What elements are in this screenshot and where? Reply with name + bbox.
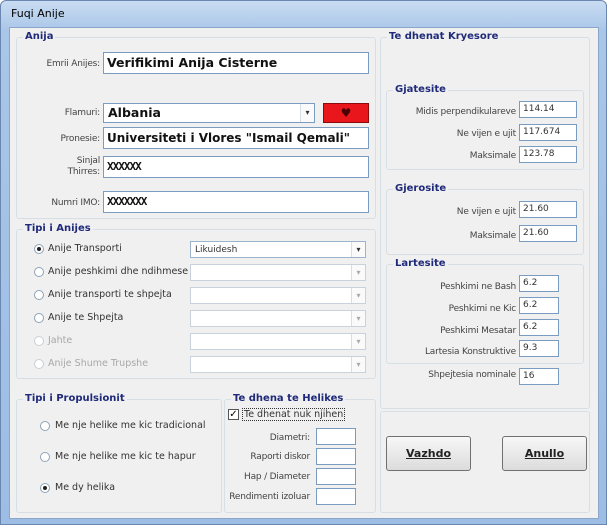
radio-ship-type-2-label[interactable]: Anije transporti te shpejta: [48, 289, 172, 300]
ship-type-combo-5[interactable]: ▾: [190, 356, 366, 373]
radio-ship-type-2[interactable]: [34, 290, 44, 300]
group-breadths: Gjerosite: [386, 182, 584, 255]
group-lengths-legend: Gjatesite: [393, 83, 448, 97]
breadth-waterline-field[interactable]: 21.60: [519, 201, 577, 218]
radio-ship-type-5[interactable]: [34, 359, 44, 369]
diameter-field[interactable]: [316, 428, 356, 445]
disk-ratio-label: Raporti diskor: [250, 452, 310, 462]
cancel-button[interactable]: Anullo: [502, 436, 587, 471]
radio-ship-type-4-label[interactable]: Jahte: [48, 335, 72, 346]
main-window: Fuqi Anije Anija Emrii Anijes: Verifikim…: [0, 0, 607, 525]
flag-picker-button[interactable]: ♥: [323, 103, 369, 123]
radio-propulsion-2[interactable]: [40, 483, 50, 493]
chevron-down-icon[interactable]: ▾: [300, 104, 314, 122]
window-title: Fuqi Anije: [11, 7, 65, 20]
ship-type-combo-4[interactable]: ▾: [190, 333, 366, 350]
group-main-data-legend: Te dhenat Kryesore: [387, 30, 501, 44]
draft-bow-field[interactable]: 6.2: [519, 275, 559, 292]
radio-propulsion-1-label[interactable]: Me nje helike me kic te hapur: [55, 451, 196, 462]
call-sign-label-2: Thirres:: [67, 167, 101, 177]
radio-ship-type-0-label[interactable]: Anije Transporti: [48, 243, 122, 254]
ship-type-combo-3[interactable]: ▾: [190, 310, 366, 327]
draft-mean-label: Peshkimi Mesatar: [440, 326, 516, 336]
draft-stern-label: Peshkimi ne Kic: [448, 304, 517, 314]
efficiency-field[interactable]: [316, 488, 356, 505]
call-sign-label-1: Sinjal: [76, 156, 100, 166]
depth-label: Lartesia Konstruktive: [424, 347, 516, 357]
radio-propulsion-0[interactable]: [40, 421, 50, 431]
chevron-down-icon[interactable]: ▾: [351, 311, 365, 326]
chevron-down-icon[interactable]: ▾: [351, 334, 365, 349]
ship-name-label: Emrii Anijes:: [46, 59, 100, 69]
length-max-field[interactable]: 123.78: [519, 146, 577, 163]
draft-bow-label: Peshkimi ne Bash: [440, 282, 516, 292]
breadth-max-field[interactable]: 21.60: [519, 225, 577, 242]
owner-field[interactable]: Universiteti i Vlores "Ismail Qemali": [103, 127, 369, 149]
pitch-diameter-label: Hap / Diameter: [244, 472, 310, 482]
draft-mean-field[interactable]: 6.2: [519, 319, 559, 336]
nominal-speed-field[interactable]: 16: [519, 368, 559, 385]
chevron-down-icon[interactable]: ▾: [351, 265, 365, 280]
flag-label: Flamuri:: [64, 108, 100, 118]
radio-propulsion-1[interactable]: [40, 452, 50, 462]
length-waterline-label: Ne vijen e ujit: [456, 129, 516, 139]
group-propulsion-legend: Tipi i Propulsionit: [23, 392, 127, 406]
ship-type-combo-2[interactable]: ▾: [190, 287, 366, 304]
chevron-down-icon[interactable]: ▾: [351, 242, 365, 257]
propeller-unknown-checkbox[interactable]: ✓: [228, 409, 239, 420]
length-max-label: Maksimale: [469, 151, 516, 161]
pitch-diameter-field[interactable]: [316, 468, 356, 485]
radio-ship-type-5-label[interactable]: Anije Shume Trupshe: [48, 358, 148, 369]
imo-field[interactable]: XXXXXXX: [103, 191, 369, 213]
draft-stern-field[interactable]: 6.2: [519, 297, 559, 314]
ship-type-combo-0-value: Likuidesh: [195, 245, 238, 255]
checkmark-icon: ✓: [229, 409, 238, 420]
radio-ship-type-0[interactable]: [34, 244, 44, 254]
radio-ship-type-3[interactable]: [34, 313, 44, 323]
length-waterline-field[interactable]: 117.674: [519, 124, 577, 141]
ship-type-combo-0[interactable]: Likuidesh ▾: [190, 241, 366, 258]
form-client-area: Anija Emrii Anijes: Verifikimi Anija Cis…: [9, 27, 599, 519]
group-anija-legend: Anija: [23, 30, 56, 44]
disk-ratio-field[interactable]: [316, 448, 356, 465]
efficiency-label: Rendimenti izoluar: [229, 492, 310, 502]
group-heights-legend: Lartesite: [393, 257, 448, 271]
chevron-down-icon[interactable]: ▾: [351, 288, 365, 303]
breadth-max-label: Maksimale: [469, 231, 516, 241]
radio-ship-type-1-label[interactable]: Anije peshkimi dhe ndihmese: [48, 266, 188, 277]
flag-combo-value: Albania: [108, 105, 161, 120]
heart-icon: ♥: [340, 106, 352, 120]
owner-label: Pronesie:: [60, 134, 101, 144]
diameter-label: Diametri:: [269, 433, 310, 443]
nominal-speed-label: Shpejtesia nominale: [428, 370, 516, 380]
radio-ship-type-3-label[interactable]: Anije te Shpejta: [48, 312, 123, 323]
length-lpp-field[interactable]: 114.14: [519, 101, 577, 118]
depth-field[interactable]: 9.3: [519, 340, 559, 357]
ship-name-field[interactable]: Verifikimi Anija Cisterne: [103, 52, 369, 74]
continue-button[interactable]: Vazhdo: [386, 436, 471, 471]
radio-ship-type-4[interactable]: [34, 336, 44, 346]
propeller-unknown-label[interactable]: Te dhenat nuk njihen: [242, 408, 346, 421]
imo-label: Numri IMO:: [51, 198, 100, 208]
call-sign-field[interactable]: XXXXXX: [103, 156, 369, 178]
flag-combo[interactable]: Albania ▾: [103, 103, 315, 123]
chevron-down-icon[interactable]: ▾: [351, 357, 365, 372]
group-breadths-legend: Gjerosite: [393, 182, 449, 196]
radio-propulsion-0-label[interactable]: Me nje helike me kic tradicional: [55, 420, 206, 431]
breadth-waterline-label: Ne vijen e ujit: [456, 207, 516, 217]
group-ship-type-legend: Tipi i Anijes: [23, 222, 93, 236]
group-propeller-legend: Te dhena te Helikes: [231, 392, 346, 406]
length-lpp-label: Midis perpendikulareve: [415, 107, 517, 117]
ship-type-combo-1[interactable]: ▾: [190, 264, 366, 281]
radio-ship-type-1[interactable]: [34, 267, 44, 277]
radio-propulsion-2-label[interactable]: Me dy helika: [55, 482, 115, 493]
